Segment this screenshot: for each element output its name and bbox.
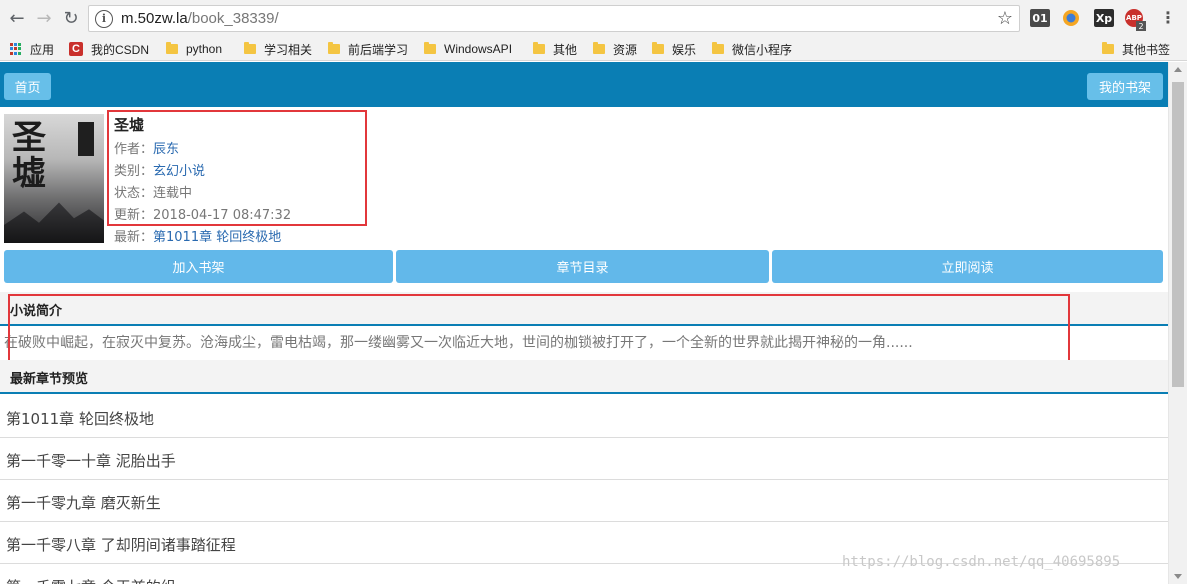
extension-shield-icon[interactable] — [1062, 9, 1080, 27]
cover-mountains — [4, 202, 104, 243]
folder-icon — [328, 42, 340, 54]
folder-icon — [712, 42, 724, 54]
bookmark-label: python — [186, 42, 223, 56]
scroll-down-arrow-icon[interactable] — [1174, 574, 1182, 579]
extension-01-icon[interactable]: 01 — [1030, 9, 1050, 27]
bookmark-study[interactable]: 学习相关 — [244, 40, 312, 58]
latest-chapter-link[interactable]: 第1011章 轮回终极地 — [153, 230, 281, 245]
extension-xp-icon[interactable]: Xp — [1094, 9, 1114, 27]
address-bar[interactable]: i m.50zw.la/book_38339/ ☆ — [88, 5, 1020, 32]
chapter-list-button[interactable]: 章节目录 — [396, 250, 769, 283]
bookmark-entertainment[interactable]: 娱乐 — [652, 40, 696, 58]
bookmark-other[interactable]: 其他 — [533, 40, 577, 58]
folder-icon — [593, 42, 605, 54]
bookmark-label: 我的CSDN — [91, 42, 150, 57]
apps-icon — [10, 43, 22, 55]
cover-badge — [78, 122, 94, 156]
chapter-item[interactable]: 第一千零九章 磨灭新生 — [0, 480, 1168, 522]
latest-chapters-header: 最新章节预览 — [0, 360, 1168, 394]
chapter-title: 第一千零一十章 泥胎出手 — [6, 452, 176, 470]
url-path: /book_38339/ — [187, 10, 279, 27]
chapter-item[interactable]: 第1011章 轮回终极地 — [0, 396, 1168, 438]
scrollbar-thumb[interactable] — [1172, 82, 1184, 387]
bookmark-label: 学习相关 — [264, 42, 313, 57]
scroll-up-arrow-icon[interactable] — [1174, 67, 1182, 72]
highlight-box-intro — [8, 294, 1070, 367]
extension-xp-label: Xp — [1095, 11, 1113, 25]
chapter-title: 第1011章 轮回终极地 — [6, 410, 154, 428]
folder-icon — [166, 42, 178, 54]
reload-icon[interactable]: ↻ — [58, 5, 84, 31]
bookmarks-bar: 应用 C 我的CSDN python 学习相关 前后端学习 WindowsAPI… — [0, 36, 1187, 61]
folder-icon — [1102, 42, 1114, 54]
csdn-icon: C — [69, 42, 83, 56]
forward-arrow-icon[interactable]: → — [31, 5, 57, 31]
bookmark-web-dev[interactable]: 前后端学习 — [328, 40, 408, 58]
url-host: m.50zw.la — [121, 10, 188, 27]
page-content: 首页 我的书架 圣墟 圣墟 作者：辰东 类别：玄幻小说 状态：连载中 更新：20… — [0, 62, 1187, 584]
book-latest-row: 最新：第1011章 轮回终极地 — [114, 226, 281, 245]
chapter-item[interactable]: 第一千零一十章 泥胎出手 — [0, 438, 1168, 480]
bookmark-label: 资源 — [613, 42, 638, 57]
url-text: m.50zw.la/book_38339/ — [121, 10, 279, 27]
my-bookshelf-button[interactable]: 我的书架 — [1087, 73, 1163, 100]
bookmark-label: 应用 — [30, 42, 55, 57]
bookmark-star-icon[interactable]: ☆ — [997, 8, 1013, 29]
bookmark-python[interactable]: python — [166, 40, 222, 58]
bookmark-label: 前后端学习 — [348, 42, 409, 57]
bookmark-label: 其他书签 — [1122, 42, 1171, 57]
bookmark-resources[interactable]: 资源 — [593, 40, 637, 58]
folder-icon — [244, 42, 256, 54]
folder-icon — [533, 42, 545, 54]
adblock-count: 2 — [1138, 21, 1144, 31]
add-to-bookshelf-button[interactable]: 加入书架 — [4, 250, 393, 283]
bookmark-label: WindowsAPI — [444, 42, 513, 56]
adblock-count-badge: 2 — [1136, 21, 1146, 31]
chapter-title: 第一千零七章 今王兼的组 — [6, 576, 176, 584]
home-button[interactable]: 首页 — [4, 73, 51, 100]
latest-label: 最新： — [114, 230, 154, 245]
book-cover[interactable]: 圣墟 — [4, 114, 104, 243]
bookmark-csdn[interactable]: C 我的CSDN — [69, 40, 149, 58]
bookmark-apps[interactable]: 应用 — [10, 40, 54, 58]
highlight-box-book-info — [107, 110, 367, 226]
watermark-text: https://blog.csdn.net/qq_40695895 — [842, 554, 1121, 570]
back-arrow-icon[interactable]: ← — [4, 5, 30, 31]
browser-toolbar: ← → ↻ i m.50zw.la/book_38339/ ☆ 01 Xp AB… — [0, 0, 1187, 36]
bookmark-wechat-miniprogram[interactable]: 微信小程序 — [712, 40, 792, 58]
info-icon[interactable]: i — [95, 9, 113, 28]
folder-icon — [652, 42, 664, 54]
bookmark-label: 娱乐 — [672, 42, 697, 57]
chapter-title: 第一千零八章 了却阴间诸事踏征程 — [6, 536, 236, 554]
site-header: 首页 我的书架 — [0, 62, 1168, 107]
read-now-button[interactable]: 立即阅读 — [772, 250, 1163, 283]
chapter-title: 第一千零九章 磨灭新生 — [6, 494, 161, 512]
cover-title-calligraphy: 圣墟 — [12, 118, 46, 194]
extension-01-label: 01 — [1032, 11, 1048, 25]
latest-chapters-heading: 最新章节预览 — [10, 372, 89, 387]
bookmark-windowsapi[interactable]: WindowsAPI — [424, 40, 512, 58]
vertical-scrollbar[interactable] — [1168, 62, 1187, 584]
bookmark-label: 微信小程序 — [732, 42, 793, 57]
folder-icon — [424, 42, 436, 54]
bookmark-other-bookmarks[interactable]: 其他书签 — [1102, 40, 1170, 58]
bookmark-label: 其他 — [553, 42, 578, 57]
menu-kebab-icon[interactable]: ⋮ — [1160, 8, 1176, 27]
